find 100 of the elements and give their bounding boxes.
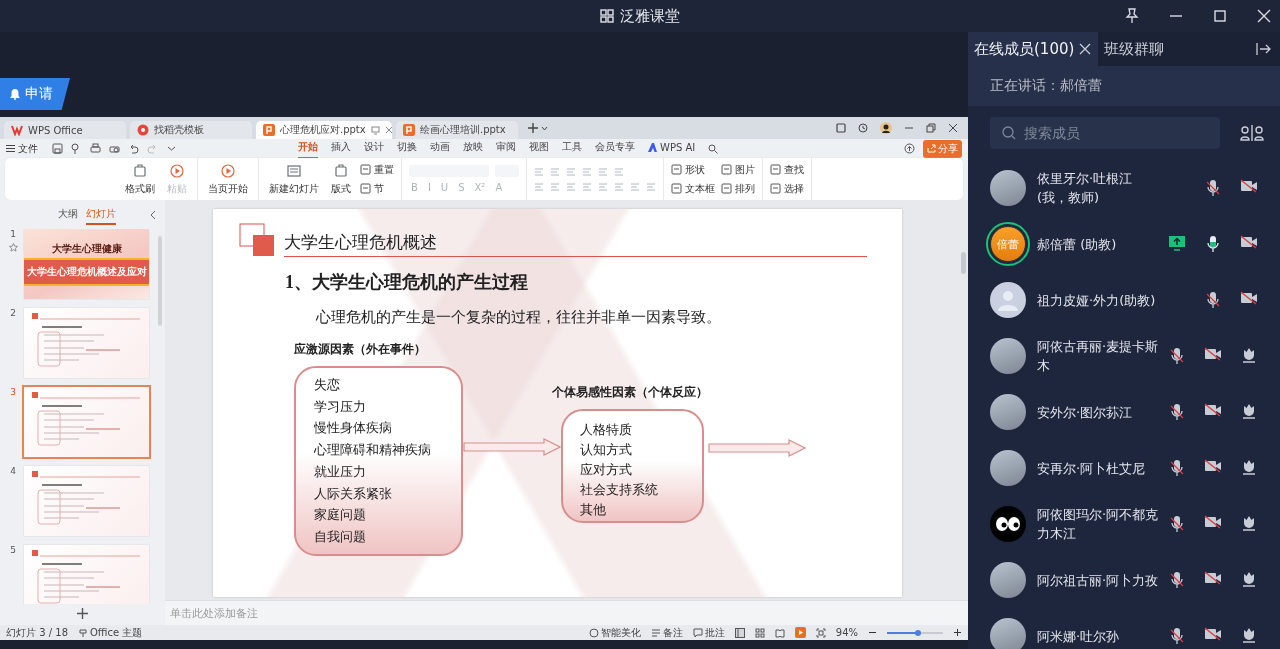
list-item: 自我问题 xyxy=(314,527,367,546)
microphone-muted-icon[interactable] xyxy=(1170,515,1184,533)
microphone-muted-icon[interactable] xyxy=(1170,571,1184,589)
chevron-down-icon[interactable] xyxy=(541,124,548,132)
member-name: 依里牙尔·吐根江 xyxy=(1037,170,1134,188)
camera-off-icon[interactable] xyxy=(1240,235,1258,249)
ribbon-button[interactable]: 形状 xyxy=(671,162,715,177)
ribbon-button[interactable]: 格式刷 xyxy=(122,162,158,196)
camera-off-icon[interactable] xyxy=(1240,291,1258,305)
slide-thumbnail[interactable] xyxy=(24,545,149,604)
microphone-muted-icon[interactable] xyxy=(1170,459,1184,477)
collapse-panel-icon[interactable] xyxy=(1256,42,1272,56)
ribbon-tab[interactable]: 工具 xyxy=(562,138,582,159)
beautify-button[interactable]: 智能美化 xyxy=(588,625,641,640)
ribbon-tab[interactable]: 视图 xyxy=(529,138,549,159)
microphone-icon[interactable] xyxy=(1206,235,1220,253)
zoom-slider[interactable] xyxy=(887,631,918,634)
microphone-muted-icon[interactable] xyxy=(1206,291,1220,309)
flower-icon[interactable] xyxy=(1241,571,1257,587)
ribbon-tab[interactable]: WPS AI xyxy=(648,139,696,158)
camera-off-icon[interactable] xyxy=(1204,515,1222,529)
ribbon-button[interactable]: 节 xyxy=(360,181,394,196)
template-icon xyxy=(137,124,149,136)
ribbon-button[interactable]: 图片 xyxy=(721,162,755,177)
camera-off-icon[interactable] xyxy=(1240,179,1258,193)
document-tab[interactable]: 找稻壳模板 xyxy=(130,121,252,139)
restore-icon[interactable] xyxy=(926,123,936,133)
theme-button[interactable]: Office 主题 xyxy=(78,625,143,640)
slide-number: 3 xyxy=(10,387,16,397)
ribbon-button[interactable]: 查找 xyxy=(770,162,804,177)
camera-off-icon[interactable] xyxy=(1204,459,1222,473)
microphone-muted-icon[interactable] xyxy=(1170,627,1184,645)
avatar-icon[interactable] xyxy=(880,122,892,134)
ribbon-button[interactable]: 重置 xyxy=(360,162,394,177)
file-menu[interactable]: 文件 xyxy=(6,141,38,156)
normal-view-icon[interactable] xyxy=(734,627,745,638)
microphone-muted-icon[interactable] xyxy=(1170,347,1184,365)
comments-button[interactable]: 批注 xyxy=(692,625,725,640)
zoom-level[interactable]: 94% xyxy=(835,627,858,638)
flower-icon[interactable] xyxy=(1241,459,1257,475)
scrollbar[interactable] xyxy=(961,252,966,274)
camera-off-icon[interactable] xyxy=(1204,627,1222,641)
window-icon[interactable] xyxy=(836,123,846,133)
microphone-muted-icon[interactable] xyxy=(1170,403,1184,421)
reading-view-icon[interactable] xyxy=(774,627,785,638)
new-tab-icon[interactable] xyxy=(528,123,538,133)
close-icon[interactable] xyxy=(1078,42,1093,56)
flower-icon[interactable] xyxy=(1241,515,1257,531)
panel-tab[interactable]: 大纲 xyxy=(58,204,78,225)
cloud-sync-icon[interactable] xyxy=(904,143,915,154)
ribbon-tab[interactable]: 放映 xyxy=(463,138,483,159)
grid-view-icon[interactable] xyxy=(754,627,765,638)
document-tab[interactable]: 心理危机应对.pptx xyxy=(256,121,392,139)
ribbon-button[interactable]: 排列 xyxy=(721,181,755,196)
add-slide-icon[interactable] xyxy=(77,608,88,619)
ribbon-tab[interactable]: 切换 xyxy=(397,138,417,159)
print-preview-icon[interactable] xyxy=(109,143,120,154)
clock-icon[interactable] xyxy=(858,123,868,133)
ribbon-tab[interactable]: 设计 xyxy=(364,138,384,159)
slide-thumbnail[interactable] xyxy=(24,466,149,536)
apply-button[interactable]: 申请 xyxy=(0,78,70,110)
panel-tab[interactable]: 班级群聊 xyxy=(1098,32,1171,66)
search-field[interactable]: 搜索成员 xyxy=(990,117,1220,149)
slide-thumbnail[interactable]: 大学生心理健康 大学生心理危机概述及应对 xyxy=(24,229,149,299)
undo-icon[interactable] xyxy=(128,143,139,154)
ribbon-tab[interactable]: 插入 xyxy=(331,138,351,159)
print-icon[interactable] xyxy=(90,143,101,154)
ribbon-button[interactable]: 选择 xyxy=(770,181,804,196)
microphone-muted-icon[interactable] xyxy=(1206,179,1220,197)
camera-off-icon[interactable] xyxy=(1204,403,1222,417)
flower-icon[interactable] xyxy=(1241,627,1257,643)
camera-off-icon[interactable] xyxy=(1204,347,1222,361)
notes-field[interactable]: 单击此处添加备注 xyxy=(165,600,968,625)
flower-icon[interactable] xyxy=(1241,347,1257,363)
ribbon-button[interactable]: 文本框 xyxy=(671,181,715,196)
ribbon-tab[interactable]: 会员专享 xyxy=(595,138,635,159)
close-icon[interactable] xyxy=(948,123,958,133)
zoom-in-icon[interactable] xyxy=(953,628,962,637)
fit-window-icon[interactable] xyxy=(815,627,826,638)
document-tab[interactable]: WPS Office xyxy=(4,121,126,139)
slide-thumbnail[interactable] xyxy=(24,308,149,378)
camera-off-icon[interactable] xyxy=(1204,571,1222,585)
document-tab[interactable]: 绘画心理培训.pptx xyxy=(396,121,518,139)
slide-thumbnail[interactable] xyxy=(24,387,149,457)
search-icon[interactable] xyxy=(708,143,719,154)
ribbon-tab[interactable]: 审阅 xyxy=(496,138,516,159)
group-members-icon[interactable] xyxy=(1240,124,1264,142)
ribbon-button[interactable]: 版式 xyxy=(328,162,354,196)
ribbon-button[interactable]: 当页开始 xyxy=(205,162,251,196)
panel-tab[interactable]: 幻灯片 xyxy=(86,204,116,225)
ribbon-button[interactable]: 新建幻灯片 xyxy=(266,162,322,196)
notes-button[interactable]: 备注 xyxy=(650,625,683,640)
save-icon[interactable] xyxy=(52,143,63,154)
tool-icon xyxy=(671,164,682,175)
export-icon[interactable] xyxy=(71,143,82,154)
play-icon[interactable] xyxy=(794,627,806,638)
collapse-icon[interactable] xyxy=(149,209,157,220)
panel-tab[interactable]: 在线成员(100) xyxy=(968,32,1099,66)
ribbon-tab[interactable]: 动画 xyxy=(430,138,450,159)
flower-icon[interactable] xyxy=(1241,403,1257,419)
